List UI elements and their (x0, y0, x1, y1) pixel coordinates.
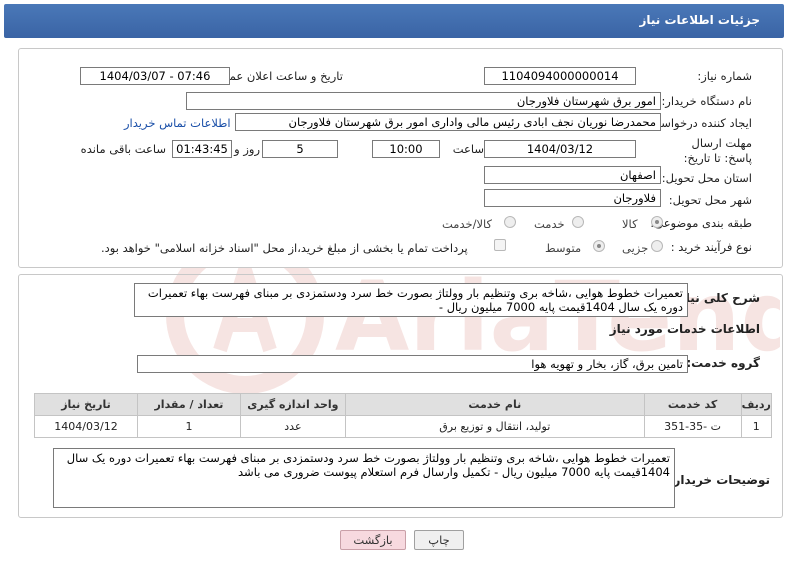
category-label: طبقه بندی موضوعی: (650, 216, 752, 230)
page-title: جزئیات اطلاعات نیاز (639, 13, 760, 27)
process-radio-minor[interactable] (651, 240, 663, 252)
remaining-time-field: 01:43:45 (172, 140, 232, 158)
header-bar: جزئیات اطلاعات نیاز (4, 4, 784, 38)
services-table-header: ردیف کد خدمت نام خدمت واحد اندازه گیری ت… (34, 393, 773, 416)
service-group-label: گروه خدمت: (686, 356, 760, 370)
category-option-service: خدمت (534, 217, 565, 231)
col-need-date: تاریخ نیاز (34, 393, 138, 416)
deadline-time-label: ساعت (452, 142, 484, 156)
announce-date-field: 1404/03/07 - 07:46 (80, 67, 230, 85)
process-type-label: نوع فرآیند خرید : (670, 240, 752, 254)
category-radio-service[interactable] (572, 216, 584, 228)
deadline-date-field: 1404/03/12 (484, 140, 636, 158)
creator-label: ایجاد کننده درخواست: (646, 116, 752, 130)
deadline-time-field: 10:00 (372, 140, 440, 158)
category-radio-goods[interactable] (651, 216, 663, 228)
general-desc-field: تعمیرات خطوط هوایی ،شاخه بری وتنظیم بار … (134, 283, 688, 317)
col-service-name: نام خدمت (344, 393, 645, 416)
buyer-org-field: امور برق شهرستان فلاورجان (186, 92, 661, 110)
city-field: فلاورجان (484, 189, 661, 207)
col-unit: واحد اندازه گیری (239, 393, 346, 416)
services-table: ردیف کد خدمت نام خدمت واحد اندازه گیری ت… (34, 393, 773, 438)
process-radio-medium[interactable] (593, 240, 605, 252)
services-section-title: اطلاعات خدمات مورد نیاز (609, 322, 760, 336)
treasury-payment-checkbox[interactable] (494, 239, 506, 251)
cell-service-code: ت -35-351 (643, 415, 742, 438)
need-number-label: شماره نیاز: (697, 69, 752, 83)
days-field: 5 (262, 140, 338, 158)
service-group-field: تامین برق، گاز، بخار و تهویه هوا (137, 355, 688, 373)
treasury-payment-note: پرداخت تمام یا بخشی از مبلغ خرید،از محل … (101, 241, 468, 255)
cell-row: 1 (740, 415, 773, 438)
cell-quantity: 1 (137, 415, 241, 438)
city-label: شهر محل تحویل: (668, 193, 752, 207)
col-quantity: تعداد / مقدار (137, 393, 241, 416)
remaining-time-label: ساعت باقی مانده (80, 142, 166, 156)
print-button[interactable]: چاپ (414, 530, 464, 550)
buyer-org-label: نام دستگاه خریدار: (661, 94, 752, 108)
province-field: اصفهان (484, 166, 661, 184)
province-label: استان محل تحویل: (661, 171, 752, 185)
category-option-goods: کالا (622, 217, 638, 231)
cell-need-date: 1404/03/12 (34, 415, 138, 438)
contact-info-link[interactable]: اطلاعات تماس خریدار (124, 116, 231, 130)
back-button[interactable]: بازگشت (340, 530, 406, 550)
table-row: 1 ت -35-351 تولید، انتقال و توزیع برق عد… (34, 415, 773, 438)
cell-service-name: تولید، انتقال و توزیع برق (344, 415, 645, 438)
cell-unit: عدد (239, 415, 346, 438)
category-option-both: کالا/خدمت (442, 217, 493, 231)
need-number-field: 1104094000000014 (484, 67, 636, 85)
creator-field: محمدرضا نوریان نجف ابادی رئیس مالی وادار… (235, 113, 661, 131)
buyer-desc-label: توضیحات خریدار: (668, 473, 770, 487)
buyer-desc-field: تعمیرات خطوط هوایی ،شاخه بری وتنظیم بار … (53, 448, 675, 508)
days-label: روز و (234, 142, 260, 156)
category-radio-both[interactable] (504, 216, 516, 228)
col-row: ردیف (740, 393, 773, 416)
process-option-minor: جزیی (622, 241, 649, 255)
col-service-code: کد خدمت (643, 393, 742, 416)
deadline-label: مهلت ارسال پاسخ: تا تاریخ: (683, 136, 752, 165)
process-option-medium: متوسط (545, 241, 582, 255)
